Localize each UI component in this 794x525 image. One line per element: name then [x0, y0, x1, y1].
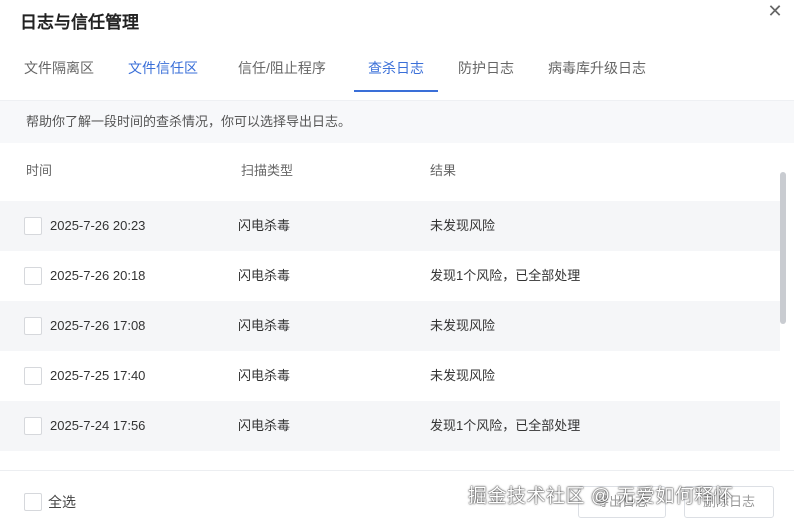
row-checkbox[interactable]	[24, 317, 42, 335]
table-header: 时间 扫描类型 结果	[0, 147, 780, 195]
table-row[interactable]: 2025-7-26 20:23 闪电杀毒 未发现风险	[0, 201, 780, 251]
watermark-text: 掘金技术社区 @ 无爱如何释怀	[468, 486, 734, 507]
tab-bar: 文件隔离区 文件信任区 信任/阻止程序 查杀日志 防护日志 病毒库升级日志	[0, 50, 794, 92]
table-row[interactable]: 2025-7-25 17:40 闪电杀毒 未发现风险	[0, 351, 780, 401]
tab-trust-block-programs[interactable]: 信任/阻止程序	[238, 50, 326, 92]
row-time: 2025-7-25 17:40	[50, 368, 146, 383]
tab-trusted-files[interactable]: 文件信任区	[128, 50, 198, 92]
dialog-title: 日志与信任管理	[20, 13, 139, 32]
row-result: 未发现风险	[430, 368, 496, 383]
row-checkbox[interactable]	[24, 367, 42, 385]
header-scan-type: 扫描类型	[241, 163, 294, 178]
table-scrollbar[interactable]	[780, 172, 786, 324]
header-result: 结果	[430, 163, 457, 178]
row-scan-type: 闪电杀毒	[238, 318, 291, 333]
row-result: 未发现风险	[430, 318, 496, 333]
row-time: 2025-7-24 17:56	[50, 418, 146, 433]
row-time: 2025-7-26 17:08	[50, 318, 146, 333]
log-trust-dialog: 日志与信任管理 ✕ 文件隔离区 文件信任区 信任/阻止程序 查杀日志 防护日志 …	[0, 0, 794, 525]
row-result: 未发现风险	[430, 218, 496, 233]
select-all-label[interactable]: 全选	[48, 491, 76, 513]
select-all-checkbox[interactable]	[24, 493, 42, 511]
row-time: 2025-7-26 20:18	[50, 268, 146, 283]
row-scan-type: 闪电杀毒	[238, 218, 291, 233]
table-row[interactable]: 2025-7-24 17:56 闪电杀毒 发现1个风险，已全部处理	[0, 401, 780, 451]
table-row[interactable]: 2025-7-26 17:08 闪电杀毒 未发现风险	[0, 301, 780, 351]
header-time: 时间	[26, 163, 53, 178]
row-scan-type: 闪电杀毒	[238, 418, 291, 433]
row-checkbox[interactable]	[24, 417, 42, 435]
close-icon[interactable]: ✕	[764, 0, 786, 22]
tab-scan-logs[interactable]: 查杀日志	[354, 50, 438, 92]
row-time: 2025-7-26 20:23	[50, 218, 146, 233]
panel-description: 帮助你了解一段时间的查杀情况，你可以选择导出日志。	[0, 101, 794, 143]
row-result: 发现1个风险，已全部处理	[430, 268, 581, 283]
row-scan-type: 闪电杀毒	[238, 368, 291, 383]
row-result: 发现1个风险，已全部处理	[430, 418, 581, 433]
row-scan-type: 闪电杀毒	[238, 268, 291, 283]
row-checkbox[interactable]	[24, 217, 42, 235]
row-checkbox[interactable]	[24, 267, 42, 285]
tab-virus-db-update-logs[interactable]: 病毒库升级日志	[548, 50, 646, 92]
tab-protection-logs[interactable]: 防护日志	[458, 50, 514, 92]
scan-log-panel: 帮助你了解一段时间的查杀情况，你可以选择导出日志。 时间 扫描类型 结果 202…	[0, 100, 794, 525]
tab-quarantine[interactable]: 文件隔离区	[24, 50, 94, 92]
table-row[interactable]: 2025-7-26 20:18 闪电杀毒 发现1个风险，已全部处理	[0, 251, 780, 301]
log-table-body: 2025-7-26 20:23 闪电杀毒 未发现风险 2025-7-26 20:…	[0, 201, 780, 471]
